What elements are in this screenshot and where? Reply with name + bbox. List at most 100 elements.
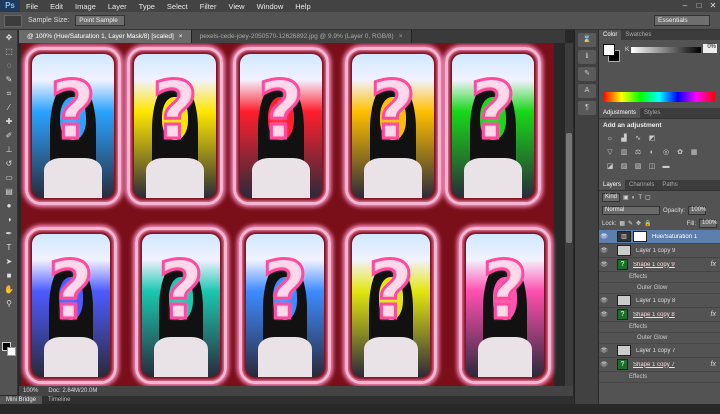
tab-channels[interactable]: Channels (625, 180, 658, 190)
layer-effects-row[interactable]: Effects (599, 272, 720, 283)
layer-row[interactable]: 👁? Shape 1 copy 9 fx (599, 258, 720, 272)
fill-input[interactable]: 100% (699, 219, 717, 228)
visibility-eye-icon[interactable]: 👁 (599, 347, 609, 354)
dodge-icon[interactable]: ◑ (2, 213, 16, 226)
healing-icon[interactable]: ✚ (2, 115, 16, 128)
close-window-button[interactable]: ✕ (706, 0, 720, 12)
background-color-swatch[interactable] (7, 347, 16, 356)
layer-effects-row[interactable]: Effects (599, 372, 720, 383)
visibility-eye-icon[interactable]: 👁 (599, 247, 609, 254)
menu-type[interactable]: Type (133, 2, 161, 11)
visibility-eye-icon[interactable]: 👁 (599, 261, 609, 268)
blend-mode-select[interactable]: Normal (602, 206, 660, 215)
tab-styles[interactable]: Styles (640, 108, 664, 118)
shape-icon[interactable]: ■ (2, 269, 16, 282)
layer-thumbnail[interactable] (617, 345, 631, 356)
fx-icon[interactable]: fx (711, 361, 716, 368)
selective-color-icon[interactable]: ◫ (647, 162, 657, 172)
close-tab-icon[interactable]: × (399, 33, 403, 40)
eraser-icon[interactable]: ▭ (2, 171, 16, 184)
color-balance-icon[interactable]: ⚖ (633, 148, 643, 158)
tab-paths[interactable]: Paths (658, 180, 681, 190)
pen-icon[interactable]: ✒ (2, 227, 16, 240)
lock-paint-icon[interactable]: ✎ (628, 220, 633, 227)
k-value-input[interactable]: 0% (703, 44, 717, 53)
shape-thumbnail-icon[interactable]: ? (617, 259, 628, 270)
zoom-level[interactable]: 100% (23, 388, 38, 394)
type-icon[interactable]: T (2, 241, 16, 254)
tab-swatches[interactable]: Swatches (621, 30, 655, 40)
stamp-icon[interactable]: ⊥ (2, 143, 16, 156)
filter-type-icon[interactable]: T (638, 195, 642, 201)
tab-layers[interactable]: Layers (599, 180, 626, 190)
posterize-icon[interactable]: ▨ (619, 162, 629, 172)
color-swatches[interactable] (2, 342, 16, 356)
curves-icon[interactable]: ∿ (633, 134, 643, 144)
sample-size-select[interactable]: Point Sample (75, 15, 126, 26)
layer-thumbnail[interactable] (617, 295, 631, 306)
tab-document-2[interactable]: pexels-cede-joey-2050570-12626892.jpg @ … (191, 30, 412, 43)
gradient-icon[interactable]: ▤ (2, 185, 16, 198)
invert-icon[interactable]: ◪ (605, 162, 615, 172)
move-icon[interactable]: ✥ (2, 31, 16, 44)
scrollbar-thumb[interactable] (566, 133, 572, 243)
color-lookup-icon[interactable]: ▦ (689, 148, 699, 158)
filter-pixel-icon[interactable]: ▣ (623, 194, 629, 201)
hand-icon[interactable]: ✋ (2, 283, 16, 296)
lock-transparent-icon[interactable]: ▦ (619, 220, 625, 227)
brush-panel-icon[interactable]: ✎ (578, 67, 596, 81)
menu-window[interactable]: Window (251, 2, 290, 11)
visibility-eye-icon[interactable]: 👁 (599, 311, 609, 318)
menu-select[interactable]: Select (161, 2, 194, 11)
menu-view[interactable]: View (222, 2, 250, 11)
history-brush-icon[interactable]: ↺ (2, 157, 16, 170)
color-spectrum[interactable] (603, 92, 715, 102)
filter-adjust-icon[interactable]: ◐ (632, 195, 636, 201)
layer-mask-thumbnail[interactable] (633, 231, 647, 242)
artboard[interactable]: ?????????? (21, 43, 554, 386)
workspace-select[interactable]: Essentials (654, 15, 710, 26)
shape-thumbnail-icon[interactable]: ? (617, 309, 628, 320)
tab-timeline[interactable]: Timeline (42, 396, 76, 404)
tab-document-1[interactable]: @ 100% (Hue/Saturation 1, Layer Mask/8) … (19, 30, 192, 43)
visibility-eye-icon[interactable]: 👁 (599, 233, 609, 240)
layer-row[interactable]: 👁? Shape 1 copy 7 fx (599, 358, 720, 372)
menu-layer[interactable]: Layer (102, 2, 133, 11)
shape-thumbnail-icon[interactable]: ? (617, 359, 628, 370)
channel-mixer-icon[interactable]: ✿ (675, 148, 685, 158)
vibrance-icon[interactable]: ▽ (605, 148, 615, 158)
k-slider[interactable] (631, 47, 701, 53)
close-tab-icon[interactable]: × (179, 33, 183, 40)
layer-row[interactable]: 👁 Layer 1 copy 7 (599, 344, 720, 358)
blur-icon[interactable]: ● (2, 199, 16, 212)
layer-effects-row[interactable]: Effects (599, 322, 720, 333)
opacity-input[interactable]: 100% (688, 206, 706, 215)
lasso-icon[interactable]: ◌ (2, 59, 16, 72)
layer-row[interactable]: 👁 ▥ Hue/Saturation 1 (599, 230, 720, 244)
layer-thumbnail[interactable] (617, 245, 631, 256)
layer-effect-row[interactable]: Outer Glow (599, 333, 720, 344)
layer-row[interactable]: 👁? Shape 1 copy 8 fx (599, 308, 720, 322)
adjustment-thumbnail-icon[interactable]: ▥ (617, 231, 631, 242)
exposure-icon[interactable]: ◩ (647, 134, 657, 144)
menu-edit[interactable]: Edit (44, 2, 69, 11)
vertical-scrollbar[interactable] (565, 43, 573, 386)
layer-kind-filter[interactable]: Kind (602, 193, 621, 202)
zoom-icon[interactable]: ⚲ (2, 297, 16, 310)
fx-icon[interactable]: fx (711, 311, 716, 318)
eyedropper-preset-icon[interactable] (4, 14, 22, 27)
character-panel-icon[interactable]: A (578, 84, 596, 98)
maximize-button[interactable]: □ (692, 0, 706, 12)
lock-position-icon[interactable]: ✥ (636, 220, 641, 227)
lock-all-icon[interactable]: 🔒 (644, 220, 651, 227)
photo-filter-icon[interactable]: ◎ (661, 148, 671, 158)
layer-row[interactable]: 👁 Layer 1 copy 9 (599, 244, 720, 258)
minimize-button[interactable]: – (678, 0, 692, 12)
menu-file[interactable]: File (20, 2, 44, 11)
marquee-icon[interactable]: ⬚ (2, 45, 16, 58)
properties-panel-icon[interactable]: ℹ (578, 50, 596, 64)
tab-mini-bridge[interactable]: Mini Bridge (0, 396, 43, 404)
visibility-eye-icon[interactable]: 👁 (599, 361, 609, 368)
paragraph-panel-icon[interactable]: ¶ (578, 101, 596, 115)
crop-icon[interactable]: ⌗ (2, 87, 16, 100)
